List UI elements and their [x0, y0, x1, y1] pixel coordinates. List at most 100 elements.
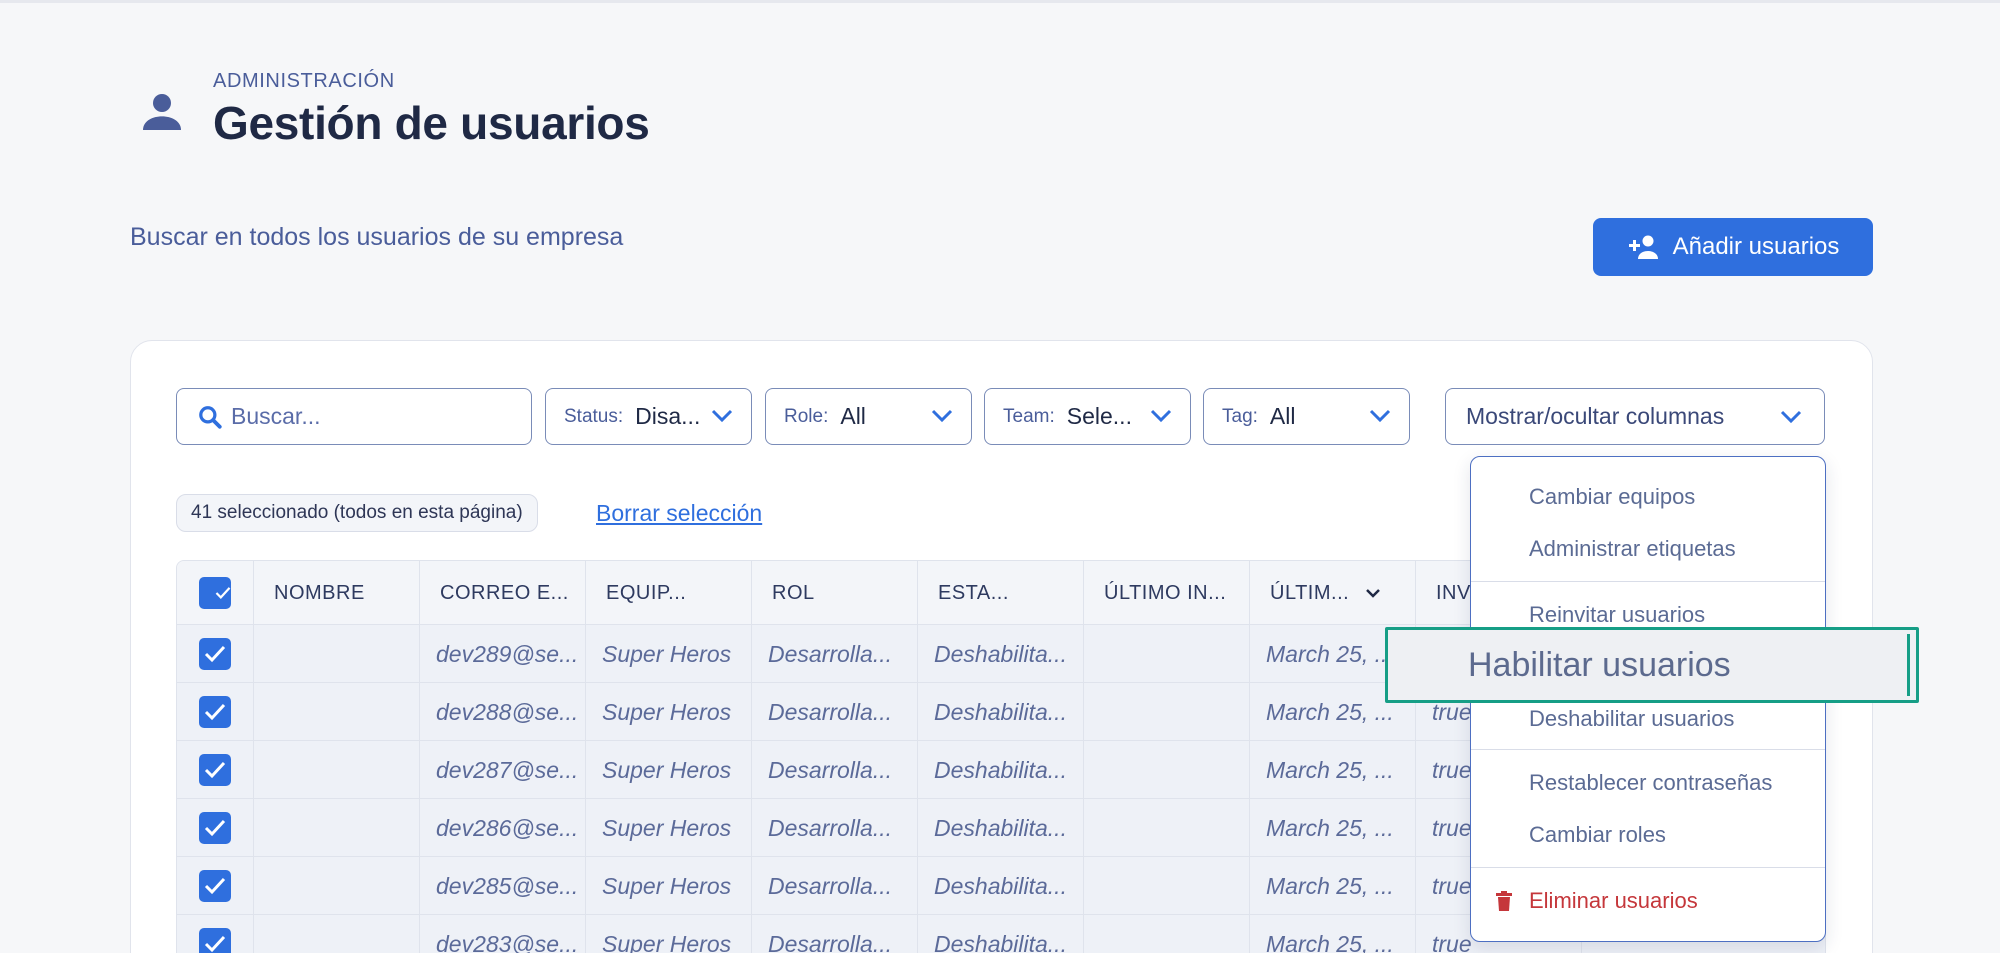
status-filter[interactable]: Status: Disa...: [545, 388, 752, 445]
checkbox-checked-icon: [204, 703, 226, 721]
menu-item-change-roles[interactable]: Cambiar roles: [1471, 813, 1825, 857]
table-cell-empty: [1084, 915, 1250, 953]
role-filter-value: All: [840, 403, 866, 429]
tag-filter[interactable]: Tag: All: [1203, 388, 1410, 445]
chevron-down-icon: [1369, 409, 1391, 423]
table-cell-last: March 25, ...: [1250, 915, 1416, 953]
table-cell-empty: [1084, 683, 1250, 741]
sort-desc-icon: [1366, 589, 1381, 598]
table-cell-email: dev283@se...: [420, 915, 586, 953]
table-cell-empty: [254, 857, 420, 915]
table-cell-team: Super Heros: [586, 683, 752, 741]
row-select-cell: [177, 683, 254, 741]
table-cell-empty: [254, 799, 420, 857]
status-filter-label: Status:: [564, 405, 624, 427]
page-kicker: ADMINISTRACIÓN: [213, 70, 395, 92]
search-input[interactable]: [231, 403, 521, 430]
role-filter[interactable]: Role: All: [765, 388, 972, 445]
menu-item-delete-users[interactable]: Eliminar usuarios: [1471, 879, 1825, 923]
table-cell-team: Super Heros: [586, 915, 752, 953]
column-header-role[interactable]: ROL: [752, 561, 918, 625]
page-title: Gestión de usuarios: [213, 97, 650, 149]
table-cell-empty: [254, 625, 420, 683]
search-icon: [199, 405, 222, 429]
table-cell-email: dev285@se...: [420, 857, 586, 915]
table-cell-status: Deshabilita...: [918, 799, 1084, 857]
table-cell-status: Deshabilita...: [918, 857, 1084, 915]
select-all-cell: [177, 561, 254, 625]
menu-item-reset-passwords[interactable]: Restablecer contraseñas: [1471, 761, 1825, 805]
checkbox-checked-icon: [215, 587, 231, 599]
table-cell-empty: [254, 683, 420, 741]
table-cell-last: March 25, ...: [1250, 857, 1416, 915]
clear-selection-link[interactable]: Borrar selección: [596, 500, 762, 527]
columns-toggle-button[interactable]: Mostrar/ocultar columnas: [1445, 388, 1825, 445]
table-cell-last: March 25, ...: [1250, 799, 1416, 857]
tag-filter-label: Tag:: [1222, 405, 1258, 427]
chevron-down-icon: [1150, 409, 1172, 423]
status-filter-value: Disa...: [635, 403, 701, 429]
row-select-cell: [177, 625, 254, 683]
row-checkbox[interactable]: [199, 638, 231, 670]
team-filter-value: Sele...: [1066, 403, 1132, 429]
row-checkbox[interactable]: [199, 812, 231, 844]
checkbox-checked-icon: [204, 761, 226, 779]
table-cell-email: dev289@se...: [420, 625, 586, 683]
row-checkbox[interactable]: [199, 870, 231, 902]
table-cell-empty: [1084, 799, 1250, 857]
menu-item-disable-users[interactable]: Deshabilitar usuarios: [1471, 697, 1825, 741]
row-select-cell: [177, 857, 254, 915]
table-cell-empty: [1084, 625, 1250, 683]
chevron-down-icon: [1780, 410, 1802, 424]
select-all-checkbox[interactable]: [199, 577, 231, 609]
menu-divider: [1471, 581, 1825, 582]
menu-divider: [1471, 867, 1825, 868]
trash-icon: [1496, 891, 1512, 911]
table-cell-status: Deshabilita...: [918, 683, 1084, 741]
chevron-down-icon: [711, 409, 733, 423]
tag-filter-value: All: [1269, 403, 1296, 429]
row-select-cell: [177, 915, 254, 953]
menu-item-change-teams[interactable]: Cambiar equipos: [1471, 475, 1825, 519]
add-users-button[interactable]: Añadir usuarios: [1593, 218, 1873, 276]
menu-item-delete-label: Eliminar usuarios: [1529, 888, 1698, 913]
role-filter-label: Role:: [784, 405, 829, 427]
column-header-last-activity[interactable]: ÚLTIM...: [1250, 561, 1416, 625]
table-cell-email: dev288@se...: [420, 683, 586, 741]
menu-item-manage-tags[interactable]: Administrar etiquetas: [1471, 527, 1825, 571]
checkbox-checked-icon: [204, 935, 226, 953]
menu-item-enable-users[interactable]: Habilitar usuarios: [1385, 627, 1919, 703]
table-cell-empty: [1084, 857, 1250, 915]
row-checkbox[interactable]: [199, 696, 231, 728]
checkbox-checked-icon: [204, 877, 226, 895]
table-cell-role: Desarrolla...: [752, 683, 918, 741]
chevron-down-icon: [931, 409, 953, 423]
search-box[interactable]: [176, 388, 532, 445]
row-checkbox[interactable]: [199, 928, 231, 953]
table-cell-status: Deshabilita...: [918, 625, 1084, 683]
top-border: [0, 0, 2000, 3]
table-cell-status: Deshabilita...: [918, 915, 1084, 953]
table-cell-empty: [1084, 741, 1250, 799]
table-cell-team: Super Heros: [586, 799, 752, 857]
column-header-last-login[interactable]: ÚLTIMO IN...: [1084, 561, 1250, 625]
column-header-email[interactable]: CORREO E...: [420, 561, 586, 625]
selection-badge: 41 seleccionado (todos en esta página): [176, 494, 538, 532]
column-header-name[interactable]: NOMBRE: [254, 561, 420, 625]
table-cell-email: dev286@se...: [420, 799, 586, 857]
table-cell-role: Desarrolla...: [752, 799, 918, 857]
column-header-team[interactable]: EQUIP...: [586, 561, 752, 625]
add-user-icon: [1628, 235, 1658, 259]
table-cell-team: Super Heros: [586, 625, 752, 683]
column-header-status[interactable]: ESTA...: [918, 561, 1084, 625]
row-checkbox[interactable]: [199, 754, 231, 786]
table-cell-role: Desarrolla...: [752, 857, 918, 915]
checkbox-checked-icon: [204, 645, 226, 663]
columns-toggle-label: Mostrar/ocultar columnas: [1466, 403, 1725, 429]
row-select-cell: [177, 799, 254, 857]
table-cell-team: Super Heros: [586, 857, 752, 915]
table-cell-role: Desarrolla...: [752, 915, 918, 953]
team-filter[interactable]: Team: Sele...: [984, 388, 1191, 445]
table-cell-empty: [254, 741, 420, 799]
table-cell-empty: [254, 915, 420, 953]
